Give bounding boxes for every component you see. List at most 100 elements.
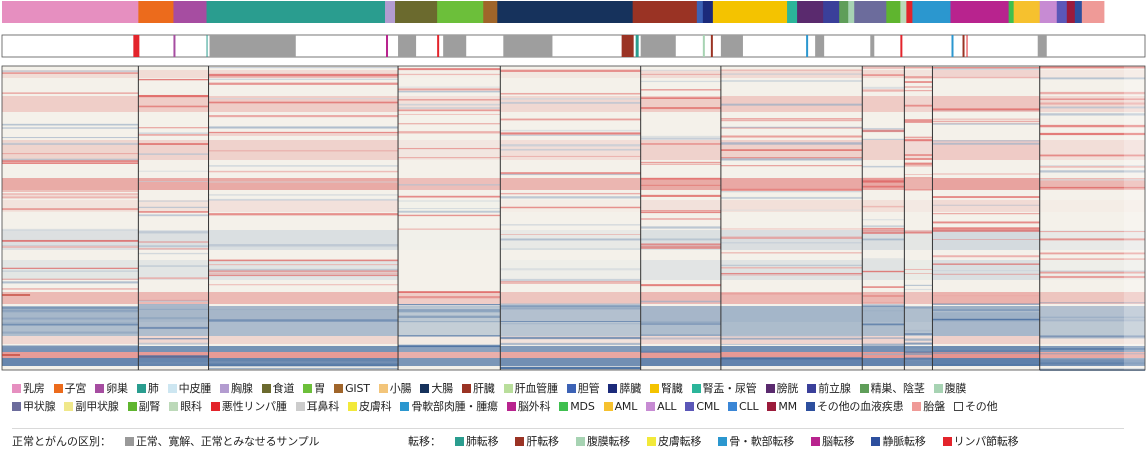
- expression-stripe: [640, 321, 721, 324]
- expression-stripe: [932, 196, 1040, 198]
- expression-stripe: [640, 135, 721, 137]
- cancer-type-legend-label: その他の血液疾患: [816, 399, 904, 413]
- metastasis-group-title: 転移：: [408, 435, 441, 448]
- expression-stripe: [138, 247, 209, 250]
- expression-stripe: [500, 173, 641, 176]
- expression-stripe: [720, 135, 863, 138]
- expression-stripe: [398, 344, 501, 348]
- metastasis-legend-item: リンパ節転移: [942, 433, 1019, 449]
- expression-stripe: [138, 338, 209, 340]
- expression-stripe: [2, 239, 139, 242]
- expression-stripe: [500, 278, 641, 282]
- expression-stripe: [640, 80, 721, 83]
- expression-stripe: [138, 143, 209, 145]
- metastasis-legend-label: 皮膚転移: [658, 435, 702, 448]
- expression-stripe: [2, 345, 139, 348]
- cancer-type-legend-swatch: [767, 401, 777, 411]
- expression-stripe: [2, 72, 139, 74]
- expression-stripe: [398, 305, 501, 308]
- expression-stripe: [398, 196, 501, 198]
- metastasis-legend-label: 肺転移: [466, 435, 499, 448]
- expression-band: [640, 352, 721, 358]
- expression-stripe: [904, 352, 933, 355]
- expression-stripe: [398, 208, 501, 210]
- metastasis-mark: [173, 35, 176, 57]
- expression-stripe: [640, 337, 721, 338]
- expression-stripe: [640, 107, 721, 110]
- cancer-type-legend-swatch: [167, 383, 177, 393]
- expression-stripe: [932, 76, 1040, 79]
- expression-band: [398, 358, 501, 366]
- metastasis-mark: [386, 35, 389, 57]
- expression-band: [208, 140, 399, 160]
- expression-stripe: [862, 185, 905, 188]
- expression-band: [2, 200, 139, 212]
- normal-sample-segment: [720, 35, 743, 57]
- expression-stripe: [904, 120, 933, 123]
- expression-stripe: [208, 274, 399, 277]
- expression-band: [720, 230, 863, 250]
- cancer-type-legend-swatch: [608, 383, 618, 393]
- legend-row: 甲状腺 副甲状腺 副腎 眼科 悪性リンパ腫 耳鼻科 皮膚科 骨軟部肉腫・腫瘍 脳外科 MDS AML…: [12, 397, 1137, 415]
- expression-stripe: [2, 281, 139, 284]
- cancer-type-legend-item: 腎臓: [650, 382, 683, 395]
- cancer-type-legend-label: GIST: [345, 381, 370, 395]
- metastasis-mark: [702, 35, 705, 57]
- cancer-type-legend-item: その他の血液疾患: [805, 399, 904, 413]
- cancer-type-legend-swatch: [378, 383, 388, 393]
- expression-stripe: [640, 246, 721, 249]
- metastasis-legend-label: リンパ節転移: [953, 435, 1019, 448]
- expression-stripe: [720, 242, 863, 244]
- cancer-type-legend-item: AML: [603, 400, 637, 413]
- expression-stripe: [904, 136, 933, 138]
- expression-band: [932, 230, 1040, 250]
- expression-band: [720, 306, 863, 322]
- expression-stripe: [2, 270, 139, 272]
- expression-stripe: [720, 158, 863, 161]
- expression-stripe: [932, 295, 1040, 297]
- cancer-type-legend-label: 胸腺: [231, 381, 253, 395]
- cancer-type-legend-label: 甲状腺: [23, 399, 56, 413]
- expression-stripe: [862, 258, 905, 260]
- cancer-type-segment: [138, 1, 174, 23]
- cancer-type-segment: [848, 1, 855, 23]
- expression-stripe: [640, 163, 721, 165]
- expression-band: [138, 292, 209, 304]
- expression-stripe: [138, 299, 209, 301]
- expression-stripe: [932, 227, 1040, 229]
- expression-stripe: [208, 309, 399, 311]
- cancer-type-legend-item: MM: [767, 400, 797, 413]
- expression-stripe: [640, 184, 721, 186]
- expression-stripe: [138, 241, 209, 243]
- metastasis-legend-item: 皮膚転移: [647, 433, 701, 449]
- expression-stripe: [398, 131, 501, 134]
- expression-band: [932, 336, 1040, 344]
- expression-stripe: [500, 196, 641, 199]
- expression-stripe: [862, 177, 905, 181]
- metastasis-mark: [710, 35, 713, 57]
- metastasis-legend-swatch: [575, 436, 585, 446]
- cancer-type-legend-label: 眼科: [180, 399, 202, 413]
- metastasis-legend-swatch: [718, 436, 728, 446]
- cancer-type-legend-label: 副腎: [138, 399, 161, 413]
- expression-stripe: [208, 264, 399, 266]
- expression-stripe: [138, 252, 209, 255]
- expression-stripe: [932, 350, 1040, 353]
- expression-band: [2, 358, 139, 366]
- cancer-type-segment: [395, 1, 438, 23]
- expression-stripe: [862, 66, 905, 69]
- cancer-type-segment: [1013, 1, 1041, 23]
- expression-band: [932, 352, 1040, 358]
- expression-band: [904, 200, 933, 212]
- expression-stripe: [500, 239, 641, 241]
- expression-stripe: [2, 158, 139, 161]
- expression-stripe: [904, 90, 933, 92]
- expression-stripe: [138, 127, 209, 129]
- expression-stripe: [932, 108, 1040, 111]
- expression-band: [862, 70, 905, 78]
- expression-stripe: [862, 165, 905, 168]
- cancer-type-legend-label: 肺: [147, 381, 159, 395]
- cancer-type-legend-label: 腎臓: [661, 381, 683, 395]
- expression-stripe: [138, 94, 209, 98]
- cancer-type-legend-swatch: [691, 383, 701, 393]
